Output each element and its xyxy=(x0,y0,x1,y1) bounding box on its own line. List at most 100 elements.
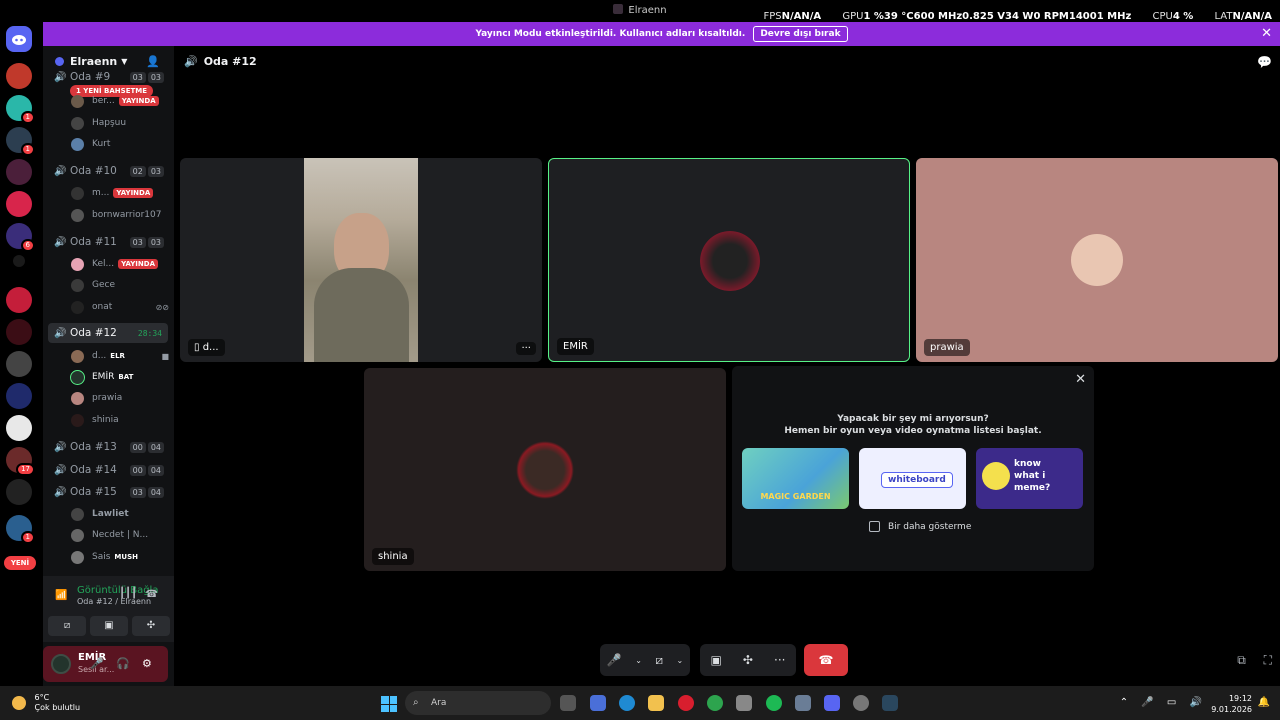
voice-member[interactable]: Sais MUSH xyxy=(71,548,169,566)
activity-card-whiteboard[interactable]: whiteboard xyxy=(859,448,966,509)
voice-channel-oda12[interactable]: 🔊 Oda #12 28:34 xyxy=(48,323,168,343)
start-button[interactable] xyxy=(381,696,397,712)
voice-channel-oda15[interactable]: 🔊 Oda #15 03 04 xyxy=(48,482,168,502)
microphone-icon[interactable]: 🎤 xyxy=(607,653,622,667)
noise-suppression-icon[interactable]: ┃┃┃ xyxy=(119,588,137,599)
disconnect-icon[interactable]: ☎ xyxy=(146,589,158,600)
server-icon[interactable]: 6 xyxy=(6,223,35,252)
more-options-icon[interactable]: ··· xyxy=(516,342,536,355)
activities-icon[interactable]: ✣ xyxy=(743,653,753,667)
chevron-down-icon[interactable]: ⌄ xyxy=(677,656,684,665)
store-icon[interactable] xyxy=(736,695,752,711)
disconnect-button[interactable]: ☎ xyxy=(804,644,848,676)
activity-card-know-what-i-meme[interactable]: know what i meme? xyxy=(976,448,1083,509)
voice-member[interactable]: shinia xyxy=(71,411,169,429)
server-icon[interactable]: 1 xyxy=(6,95,35,124)
server-icon[interactable] xyxy=(6,319,32,345)
clock[interactable]: 19:12 9.01.2026 xyxy=(1211,693,1252,715)
server-icon[interactable] xyxy=(6,383,32,409)
edge-icon[interactable] xyxy=(619,695,635,711)
voice-member[interactable]: Necdet | N... xyxy=(71,526,169,544)
video-tile[interactable]: shinia xyxy=(364,368,726,571)
popout-icon[interactable]: ⧉ xyxy=(1237,653,1246,667)
video-tile[interactable]: prawia xyxy=(916,158,1278,362)
app-icon[interactable] xyxy=(853,695,869,711)
disable-streamer-mode-button[interactable]: Devre dışı bırak xyxy=(753,26,848,42)
file-explorer-icon[interactable] xyxy=(648,695,664,711)
screen-share-button[interactable]: ▣ xyxy=(90,616,128,636)
search-box[interactable]: ⌕ Ara xyxy=(405,691,551,715)
voice-member[interactable]: Kurt xyxy=(71,135,169,153)
close-icon[interactable]: ✕ xyxy=(1261,26,1272,41)
voice-member[interactable]: onat ⊘⊘ xyxy=(71,298,169,316)
headphones-icon[interactable]: 🎧 xyxy=(116,657,130,670)
server-icon[interactable] xyxy=(6,287,32,313)
microphone-icon[interactable]: 🎤 xyxy=(90,657,104,670)
notification-icon[interactable]: 🔔 xyxy=(1258,697,1270,708)
voice-member[interactable]: EMİR BAT xyxy=(71,368,169,386)
chevron-up-icon[interactable]: ⌃ xyxy=(1120,697,1128,708)
spotify-icon[interactable] xyxy=(766,695,782,711)
chrome-icon[interactable] xyxy=(707,695,723,711)
server-icon[interactable] xyxy=(6,351,32,377)
server-icon[interactable]: 17 xyxy=(6,447,35,476)
voice-member[interactable]: ber... YAYINDA xyxy=(71,92,169,110)
voice-channel-oda14[interactable]: 🔊 Oda #14 00 04 xyxy=(48,460,168,480)
camera-off-icon[interactable]: ⧄ xyxy=(655,653,663,668)
camera-off-button[interactable]: ⧄ xyxy=(48,616,86,636)
server-icon[interactable] xyxy=(6,63,32,89)
steam-icon[interactable] xyxy=(882,695,898,711)
discord-home-icon[interactable] xyxy=(6,26,32,52)
server-icon[interactable] xyxy=(6,479,32,505)
dont-show-again-checkbox[interactable]: Bir daha gösterme xyxy=(869,521,971,532)
user-count: 03 04 xyxy=(129,486,164,498)
microphone-icon[interactable]: 🎤 xyxy=(1141,697,1153,708)
voice-channel-oda11[interactable]: 🔊 Oda #11 03 03 xyxy=(48,232,168,252)
voice-member[interactable]: Gece xyxy=(71,276,169,294)
server-icon[interactable] xyxy=(13,255,25,267)
gear-icon[interactable]: ⚙ xyxy=(142,657,152,670)
avatar xyxy=(1071,234,1123,286)
checkbox[interactable] xyxy=(869,521,880,532)
voice-member[interactable]: d... ELR ■ xyxy=(71,347,169,365)
fullscreen-icon[interactable]: ⛶ xyxy=(1264,653,1272,667)
app-icon[interactable] xyxy=(590,695,606,711)
weather-widget[interactable]: 6°C Çok bulutlu xyxy=(12,693,80,713)
server-icon[interactable]: 1 xyxy=(6,127,35,156)
voice-member[interactable]: prawia xyxy=(71,389,169,407)
voice-member[interactable]: Hapşuu xyxy=(71,114,169,132)
app-icon[interactable] xyxy=(795,695,811,711)
speaker-icon: 🔊 xyxy=(54,441,67,453)
server-icon[interactable]: 1 xyxy=(6,515,35,544)
network-icon[interactable]: ▭ xyxy=(1167,697,1176,708)
voice-member[interactable]: Kel... YAYINDA xyxy=(71,255,169,273)
task-view-icon[interactable] xyxy=(560,695,576,711)
chat-icon[interactable]: 💬 xyxy=(1257,55,1272,69)
server-icon[interactable] xyxy=(6,159,32,185)
voice-member[interactable]: Lawliet xyxy=(71,505,169,523)
chevron-down-icon[interactable]: ⌄ xyxy=(635,656,642,665)
user-count: 00 04 xyxy=(129,441,164,453)
new-servers-badge[interactable]: YENİ xyxy=(4,556,36,570)
server-icon[interactable] xyxy=(6,191,32,217)
volume-icon[interactable]: 🔊 xyxy=(1190,697,1202,708)
avatar[interactable] xyxy=(51,654,71,674)
opera-icon[interactable] xyxy=(678,695,694,711)
activity-card-magic-garden[interactable]: MAGIC GARDEN xyxy=(742,448,849,509)
voice-channel-oda13[interactable]: 🔊 Oda #13 00 04 xyxy=(48,437,168,457)
close-icon[interactable]: ✕ xyxy=(1075,372,1086,387)
voice-channel-oda9[interactable]: 🔊 Oda #9 03 03 xyxy=(48,70,168,84)
voice-member[interactable]: m... YAYINDA xyxy=(71,184,169,202)
activities-button[interactable]: ✣ xyxy=(132,616,170,636)
signal-icon[interactable]: 📶 xyxy=(55,590,67,601)
add-member-icon[interactable]: 👤 xyxy=(146,55,160,68)
screen-share-icon[interactable]: ▣ xyxy=(711,653,722,667)
voice-channel-oda10[interactable]: 🔊 Oda #10 02 03 xyxy=(48,161,168,181)
discord-icon[interactable] xyxy=(824,695,840,711)
video-tile[interactable]: ▯ d... ··· xyxy=(180,158,542,362)
server-icon[interactable] xyxy=(6,415,32,441)
voice-member[interactable]: bornwarrior107 xyxy=(71,206,169,224)
avatar xyxy=(71,391,84,405)
video-tile[interactable]: EMİR xyxy=(548,158,910,362)
more-options-icon[interactable]: ··· xyxy=(774,653,785,667)
